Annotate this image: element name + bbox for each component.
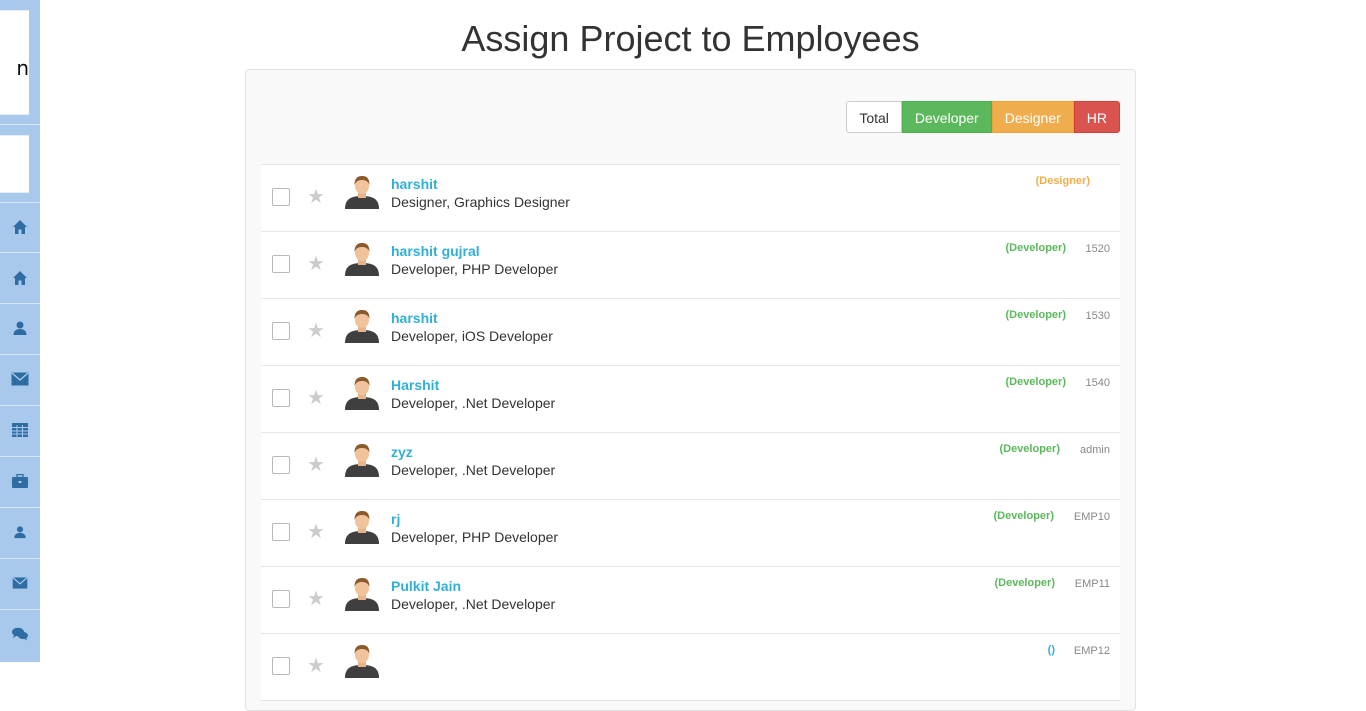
- sidebar-item-mail[interactable]: [0, 354, 40, 404]
- employee-id: 1530: [1085, 310, 1110, 322]
- select-checkbox[interactable]: [272, 590, 290, 608]
- sidebar-item-home[interactable]: [0, 202, 40, 252]
- sidebar-panel: [0, 135, 29, 193]
- avatar-icon: [345, 176, 379, 209]
- employee-row[interactable]: ★ Harshit Developer, .Net Developer (Dev…: [261, 366, 1120, 433]
- employee-role: Developer, .Net Developer: [391, 596, 556, 612]
- page-title: Assign Project to Employees: [461, 18, 920, 59]
- sidebar-item-chat[interactable]: [0, 609, 40, 659]
- select-checkbox[interactable]: [272, 389, 290, 407]
- star-icon[interactable]: ★: [307, 656, 325, 676]
- star-icon[interactable]: ★: [307, 254, 325, 274]
- employee-row[interactable]: ★ harshit Developer, iOS Developer (Deve…: [261, 299, 1120, 366]
- sidebar-item-home-2[interactable]: [0, 253, 40, 303]
- filter-developer-button[interactable]: Developer: [901, 101, 992, 133]
- divider: [0, 124, 40, 125]
- sidebar: n: [0, 0, 40, 662]
- employee-name-link[interactable]: Pulkit Jain: [391, 578, 461, 594]
- home-icon: [13, 271, 27, 285]
- employee-type-badge: (Developer): [993, 510, 1054, 522]
- filter-designer-button[interactable]: Designer: [991, 101, 1074, 133]
- home-icon: [13, 220, 27, 234]
- employee-type-badge: (Developer): [994, 577, 1055, 589]
- star-icon[interactable]: ★: [307, 522, 325, 542]
- employee-name-link[interactable]: Harshit: [391, 377, 439, 393]
- employee-list: ★ harshit Designer, Graphics Designer (D…: [261, 164, 1120, 701]
- envelope-icon: [12, 577, 28, 589]
- employee-role: Developer, iOS Developer: [391, 328, 553, 344]
- briefcase-icon: [12, 474, 28, 488]
- user-icon: [13, 321, 27, 335]
- employee-row[interactable]: ★ Pulkit Jain Developer, .Net Developer …: [261, 567, 1120, 634]
- logo-text: n: [16, 56, 29, 80]
- employee-role: Developer, .Net Developer: [391, 395, 556, 411]
- avatar-icon: [345, 243, 379, 276]
- employee-name-link[interactable]: rj: [391, 511, 400, 527]
- avatar-icon: [345, 578, 379, 611]
- employee-panel: Total Developer Designer HR ★ harshit De…: [245, 69, 1136, 711]
- employee-role: Developer, .Net Developer: [391, 462, 556, 478]
- sidebar-item-messages[interactable]: [0, 558, 40, 608]
- employee-type-badge: (Developer): [999, 443, 1060, 455]
- employee-role: Designer, Graphics Designer: [391, 194, 570, 210]
- employee-name-link[interactable]: harshit: [391, 176, 438, 192]
- employee-name-link[interactable]: zyz: [391, 444, 413, 460]
- employee-row[interactable]: ★ harshit gujral Developer, PHP Develope…: [261, 232, 1120, 299]
- star-icon[interactable]: ★: [307, 388, 325, 408]
- filter-hr-button[interactable]: HR: [1073, 101, 1120, 133]
- select-checkbox[interactable]: [272, 657, 290, 675]
- filter-button-group: Total Developer Designer HR: [846, 101, 1120, 133]
- chat-icon: [12, 627, 28, 641]
- employee-type-badge: (Developer): [1005, 309, 1066, 321]
- avatar-icon: [345, 310, 379, 343]
- employee-type-badge: (Designer): [1035, 175, 1090, 187]
- select-checkbox[interactable]: [272, 456, 290, 474]
- employee-id: EMP12: [1073, 645, 1110, 657]
- employee-id: 1540: [1085, 377, 1110, 389]
- employee-row[interactable]: ★ zyz Developer, .Net Developer (Develop…: [261, 433, 1120, 500]
- table-icon: [12, 423, 28, 437]
- star-icon[interactable]: ★: [307, 455, 325, 475]
- sidebar-item-table[interactable]: [0, 405, 40, 455]
- employee-id: EMP11: [1074, 578, 1110, 590]
- employee-id: EMP10: [1073, 511, 1110, 523]
- star-icon[interactable]: ★: [307, 321, 325, 341]
- employee-id: admin: [1080, 444, 1110, 456]
- sidebar-item-projects[interactable]: [0, 456, 40, 506]
- avatar-icon: [345, 511, 379, 544]
- select-checkbox[interactable]: [272, 322, 290, 340]
- logo[interactable]: n: [0, 10, 29, 115]
- avatar-icon: [345, 645, 379, 678]
- employee-role: Developer, PHP Developer: [391, 529, 559, 545]
- employee-role: Developer, PHP Developer: [391, 261, 559, 277]
- sidebar-item-profile[interactable]: [0, 303, 40, 353]
- employee-type-badge: (): [1047, 644, 1055, 656]
- employee-type-badge: (Developer): [1005, 242, 1066, 254]
- employee-id: 1520: [1085, 243, 1110, 255]
- avatar-icon: [345, 377, 379, 410]
- user-icon: [14, 526, 26, 539]
- star-icon[interactable]: ★: [307, 187, 325, 207]
- employee-name-link[interactable]: harshit: [391, 310, 438, 326]
- avatar-icon: [345, 444, 379, 477]
- envelope-icon: [11, 372, 29, 386]
- employee-row[interactable]: ★ rj Developer, PHP Developer (Developer…: [261, 500, 1120, 567]
- filter-total-button[interactable]: Total: [846, 101, 902, 133]
- select-checkbox[interactable]: [272, 523, 290, 541]
- select-checkbox[interactable]: [272, 255, 290, 273]
- select-checkbox[interactable]: [272, 188, 290, 206]
- employee-row[interactable]: ★ () EMP12: [261, 634, 1120, 701]
- employee-type-badge: (Developer): [1005, 376, 1066, 388]
- employee-row[interactable]: ★ harshit Designer, Graphics Designer (D…: [261, 165, 1120, 232]
- employee-name-link[interactable]: harshit gujral: [391, 243, 480, 259]
- sidebar-item-employees[interactable]: [0, 507, 40, 557]
- star-icon[interactable]: ★: [307, 589, 325, 609]
